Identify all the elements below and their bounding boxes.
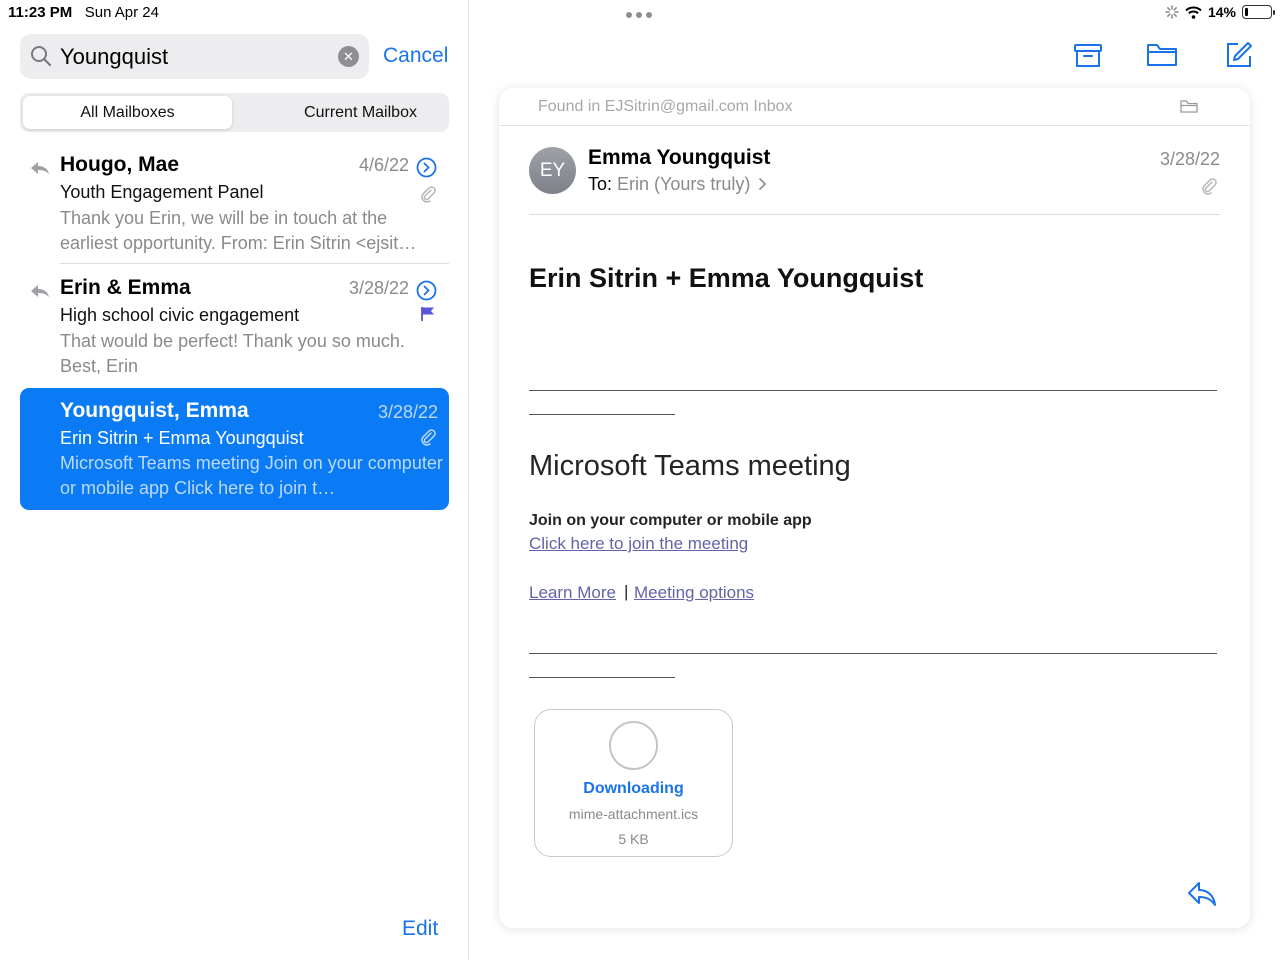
email-from[interactable]: Emma Youngquist	[588, 146, 770, 170]
compose-icon[interactable]	[1224, 40, 1254, 70]
message-date: 3/28/22	[348, 278, 409, 298]
email-to-line[interactable]: To: Erin (Yours truly)	[588, 174, 768, 195]
email-detail-card: Found in EJSitrin@gmail.com Inbox EY Emm…	[499, 88, 1250, 928]
divider-line	[529, 414, 675, 415]
teams-meeting-heading: Microsoft Teams meeting	[529, 450, 851, 482]
search-input[interactable]	[60, 34, 330, 79]
divider-line	[529, 390, 1217, 391]
attachment-tile[interactable]: Downloading mime-attachment.ics 5 KB	[534, 709, 733, 857]
thread-chevron-icon[interactable]	[416, 280, 437, 301]
mailbox-folder-icon[interactable]	[1180, 99, 1198, 114]
message-row-selected[interactable]: Youngquist, Emma 3/28/22 Erin Sitrin + E…	[20, 388, 449, 510]
message-subject: Erin Sitrin + Emma Youngquist	[60, 428, 304, 448]
email-body-title: Erin Sitrin + Emma Youngquist	[529, 263, 924, 293]
search-field[interactable]: ✕	[20, 34, 369, 79]
multitasking-dots-icon[interactable]	[626, 12, 652, 18]
thread-chevron-icon[interactable]	[416, 157, 437, 178]
chevron-right-icon	[759, 178, 767, 190]
message-preview: Microsoft Teams meeting Join on your com…	[60, 453, 443, 498]
edit-button[interactable]: Edit	[402, 917, 438, 941]
replied-icon	[31, 285, 49, 297]
message-row[interactable]: Erin & Emma 3/28/22 High school civic en…	[20, 276, 449, 382]
message-sender: Erin & Emma	[60, 276, 191, 299]
message-row[interactable]: Hougo, Mae 4/6/22 Youth Engagement Panel…	[20, 153, 449, 265]
to-label: To:	[588, 174, 613, 194]
archive-icon[interactable]	[1073, 40, 1103, 70]
wifi-icon	[1185, 6, 1202, 19]
battery-fill	[1245, 8, 1248, 16]
scope-current-mailbox[interactable]: Current Mailbox	[256, 96, 465, 129]
header-separator	[529, 214, 1220, 215]
link-separator: |	[624, 582, 629, 601]
meeting-options-link[interactable]: Meeting options	[634, 583, 754, 603]
message-date: 3/28/22	[377, 402, 438, 422]
divider-line	[529, 653, 1217, 654]
message-date: 4/6/22	[358, 155, 409, 175]
mailbox-scope-control: All Mailboxes Current Mailbox	[20, 93, 449, 132]
download-progress-icon	[609, 721, 658, 770]
attachment-status: Downloading	[583, 780, 684, 797]
battery-icon	[1242, 5, 1275, 19]
learn-more-link[interactable]: Learn More	[529, 583, 616, 603]
attachment-icon	[421, 186, 436, 203]
message-preview: That would be perfect! Thank you so much…	[60, 331, 405, 376]
message-sender: Hougo, Mae	[60, 153, 179, 176]
scope-all-mailboxes[interactable]: All Mailboxes	[23, 96, 232, 129]
found-in-text: Found in EJSitrin@gmail.com Inbox	[538, 98, 793, 115]
replied-icon	[31, 162, 49, 174]
attachment-name: mime-attachment.ics	[568, 806, 699, 822]
status-indicators: 14%	[1165, 4, 1275, 20]
flag-icon	[421, 307, 434, 321]
message-sender: Youngquist, Emma	[60, 399, 249, 422]
row-separator	[60, 263, 449, 264]
found-in-bar: Found in EJSitrin@gmail.com Inbox	[499, 88, 1250, 126]
folder-icon[interactable]	[1146, 40, 1178, 70]
attachment-size: 5 KB	[618, 831, 649, 847]
message-subject: Youth Engagement Panel	[60, 182, 264, 202]
cancel-button[interactable]: Cancel	[383, 44, 448, 68]
clear-search-icon[interactable]: ✕	[338, 46, 359, 67]
divider-line	[529, 677, 675, 678]
reply-icon[interactable]	[1186, 880, 1218, 908]
battery-percent: 14%	[1207, 4, 1236, 20]
to-value: Erin (Yours truly)	[617, 174, 751, 194]
join-instructions: Join on your computer or mobile app	[529, 512, 812, 529]
message-subject: High school civic engagement	[60, 305, 300, 325]
message-preview: Thank you Erin, we will be in touch at t…	[60, 208, 417, 253]
search-icon	[31, 46, 52, 67]
attachment-icon	[421, 429, 436, 446]
attachment-icon	[1202, 178, 1217, 195]
join-meeting-link[interactable]: Click here to join the meeting	[529, 534, 748, 554]
sender-avatar[interactable]: EY	[529, 147, 576, 194]
activity-spinner-icon	[1165, 5, 1179, 19]
email-date: 3/28/22	[1159, 149, 1220, 169]
